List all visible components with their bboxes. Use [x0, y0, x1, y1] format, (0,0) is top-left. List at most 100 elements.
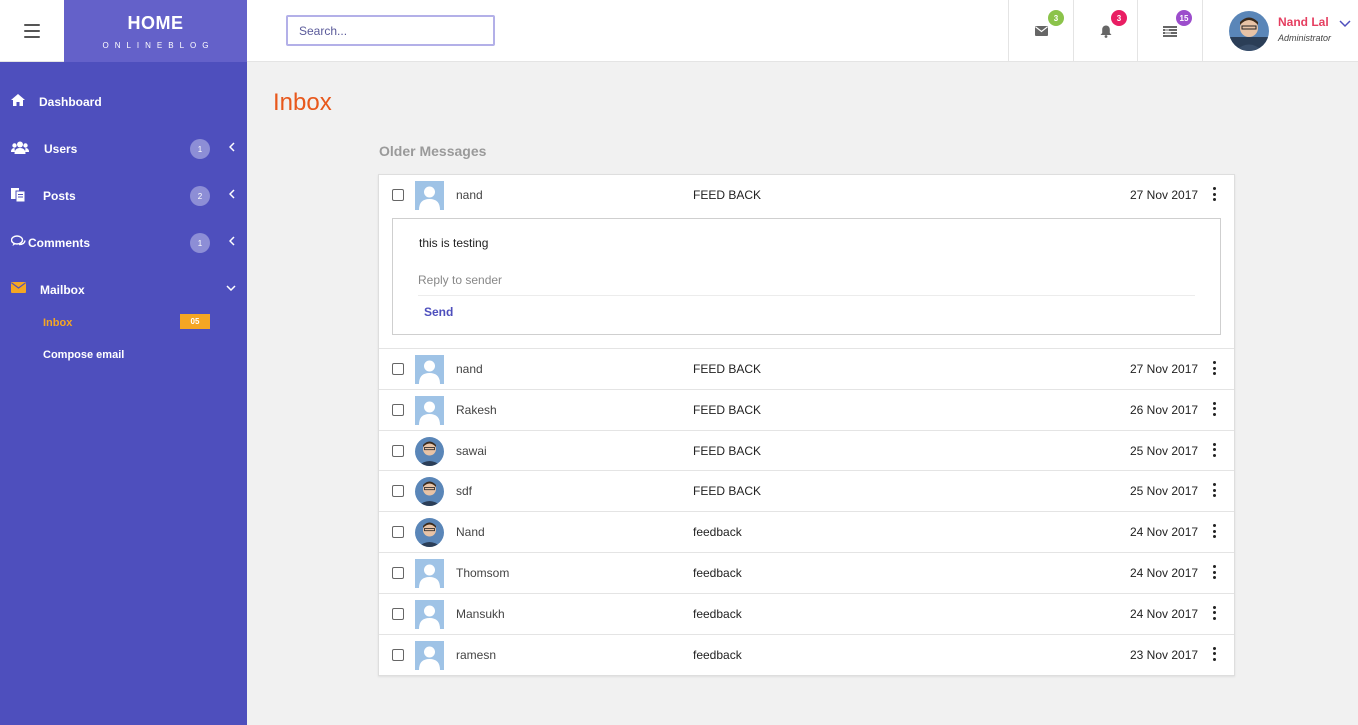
mail-subject: feedback	[693, 606, 742, 621]
select-checkbox[interactable]	[392, 485, 404, 498]
inbox-count-badge: 05	[180, 314, 210, 329]
mail-date: 27 Nov 2017	[1130, 362, 1199, 376]
mail-row[interactable]: sdf FEED BACK 25 Nov 2017	[379, 470, 1234, 511]
mail-date: 26 Nov 2017	[1130, 402, 1199, 417]
avatar	[415, 436, 444, 466]
brand-logo[interactable]: HOME ONLINEBLOG	[64, 0, 247, 62]
envelope-icon	[1034, 26, 1048, 36]
mail-sender: nand	[456, 188, 483, 202]
sidebar-item-users[interactable]: Users 1	[0, 131, 247, 167]
more-vertical-icon[interactable]	[1211, 361, 1217, 375]
more-vertical-icon[interactable]	[1211, 646, 1217, 661]
sidebar-item-label: Posts	[43, 189, 76, 203]
avatar	[415, 640, 444, 670]
more-vertical-icon[interactable]	[1211, 565, 1217, 579]
top-bar: HOME ONLINEBLOG 3 3 15 Nand Lal Administ…	[0, 0, 1358, 62]
users-icon	[11, 141, 29, 154]
mail-body: this is testing	[419, 236, 489, 250]
sidebar-item-posts[interactable]: Posts 2	[0, 178, 247, 214]
header-notifications-button[interactable]: 3	[1073, 0, 1138, 62]
chevron-left-icon	[229, 236, 235, 246]
mail-date: 24 Nov 2017	[1130, 606, 1199, 621]
select-checkbox[interactable]	[392, 189, 404, 201]
avatar	[415, 395, 444, 425]
more-vertical-icon[interactable]	[1211, 605, 1217, 620]
mail-row[interactable]: sawai FEED BACK 25 Nov 2017	[379, 429, 1234, 471]
mail-sender: ramesn	[456, 647, 497, 662]
users-count-badge: 1	[190, 139, 210, 159]
avatar	[415, 181, 444, 210]
more-vertical-icon[interactable]	[1211, 524, 1217, 539]
chevron-left-icon	[229, 189, 235, 199]
mail-row[interactable]: Nand feedback 24 Nov 2017	[379, 511, 1234, 552]
mail-subject: FEED BACK	[693, 188, 762, 202]
sidebar: Dashboard Users 1 Posts 2 Comments 1 Mai…	[0, 62, 247, 725]
brand-subtitle: ONLINEBLOG	[102, 41, 215, 50]
more-vertical-icon[interactable]	[1211, 483, 1217, 498]
comments-icon	[11, 235, 26, 246]
select-checkbox[interactable]	[392, 363, 404, 375]
select-checkbox[interactable]	[392, 648, 404, 661]
header-tasks-button[interactable]: 15	[1137, 0, 1202, 62]
select-checkbox[interactable]	[392, 567, 404, 579]
reply-input[interactable]	[418, 265, 1195, 296]
sidebar-item-label: Comments	[28, 236, 91, 250]
send-button[interactable]: Send	[424, 305, 453, 319]
mail-list: nand FEED BACK 27 Nov 2017 this is testi…	[378, 174, 1235, 676]
files-icon	[11, 188, 25, 202]
mail-date: 23 Nov 2017	[1130, 647, 1199, 662]
mail-row[interactable]: ramesn feedback 23 Nov 2017	[379, 633, 1234, 675]
header-messages-button[interactable]: 3	[1008, 0, 1073, 62]
mail-row[interactable]: Thomsom feedback 24 Nov 2017	[379, 552, 1234, 593]
bell-icon	[1100, 25, 1112, 38]
more-vertical-icon[interactable]	[1211, 401, 1217, 416]
mail-row[interactable]: Rakesh FEED BACK 26 Nov 2017	[379, 388, 1234, 430]
mail-sender: nand	[456, 362, 483, 376]
user-name: Nand Lal	[1278, 15, 1329, 29]
menu-toggle-button[interactable]	[0, 0, 64, 62]
mail-date: 25 Nov 2017	[1130, 443, 1199, 458]
search-input[interactable]	[286, 15, 495, 46]
mail-subject: FEED BACK	[693, 443, 762, 458]
mail-subject: feedback	[693, 525, 742, 540]
sidebar-subitem-compose-email[interactable]: Compose email	[43, 349, 124, 361]
more-vertical-icon[interactable]	[1211, 442, 1217, 457]
comments-count-badge: 1	[190, 233, 210, 253]
mail-sender: Nand	[456, 525, 485, 540]
notifications-count-badge: 3	[1111, 10, 1127, 26]
sidebar-item-comments[interactable]: Comments 1	[0, 225, 247, 261]
mail-row[interactable]: nand FEED BACK 27 Nov 2017	[379, 348, 1234, 389]
page-title: Inbox	[273, 89, 332, 116]
list-icon	[1163, 25, 1177, 37]
envelope-icon	[11, 282, 26, 293]
mail-sender: sawai	[456, 443, 487, 458]
mail-subject: feedback	[693, 647, 742, 662]
sidebar-item-label: Mailbox	[40, 283, 85, 297]
user-menu[interactable]: Nand Lal Administrator	[1202, 0, 1358, 62]
select-checkbox[interactable]	[392, 607, 404, 620]
select-checkbox[interactable]	[392, 444, 404, 457]
chevron-down-icon	[1339, 20, 1351, 28]
mail-sender: Mansukh	[456, 606, 505, 621]
more-vertical-icon[interactable]	[1211, 187, 1217, 201]
avatar	[415, 559, 444, 588]
mail-sender: Rakesh	[456, 402, 497, 417]
select-checkbox[interactable]	[392, 526, 404, 539]
mail-date: 24 Nov 2017	[1130, 525, 1199, 540]
messages-count-badge: 3	[1048, 10, 1064, 26]
sidebar-item-dashboard[interactable]: Dashboard	[0, 84, 247, 120]
avatar	[415, 477, 444, 507]
tasks-count-badge: 15	[1176, 10, 1192, 26]
sidebar-subitem-inbox[interactable]: Inbox	[43, 317, 72, 329]
mail-row[interactable]: Mansukh feedback 24 Nov 2017	[379, 592, 1234, 634]
select-checkbox[interactable]	[392, 403, 404, 416]
home-icon	[11, 94, 25, 106]
user-role: Administrator	[1278, 33, 1332, 43]
sidebar-item-label: Users	[44, 142, 78, 156]
mail-row-expanded[interactable]: nand FEED BACK 27 Nov 2017	[379, 175, 1234, 216]
sidebar-item-mailbox[interactable]: Mailbox	[0, 272, 247, 308]
mail-subject: feedback	[693, 566, 742, 580]
posts-count-badge: 2	[190, 186, 210, 206]
mail-preview: this is testing Send	[392, 218, 1221, 335]
chevron-down-icon	[226, 285, 236, 291]
